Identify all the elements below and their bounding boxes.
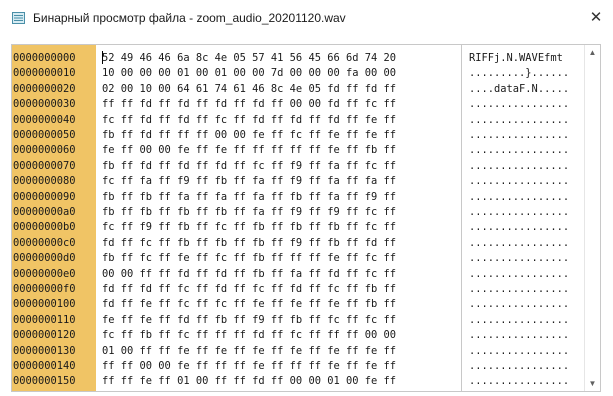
close-icon: ✕ [589, 9, 603, 26]
row-ascii[interactable]: ................ [469, 144, 569, 157]
row-ascii[interactable]: ................ [469, 283, 569, 296]
row-offset: 0000000120 [13, 329, 76, 342]
row-offset: 0000000010 [13, 67, 76, 80]
row-hex-bytes[interactable]: fc ff f9 ff fb ff fc ff fb ff fb ff fb f… [102, 221, 396, 234]
row-offset: 00000000e0 [13, 267, 76, 280]
row-hex-bytes[interactable]: 52 49 46 46 6a 8c 4e 05 57 41 56 45 66 6… [102, 52, 396, 65]
row-offset: 00000000a0 [13, 206, 76, 218]
row-ascii[interactable]: ................ [469, 345, 569, 358]
row-offset: 0000000050 [13, 129, 76, 141]
hex-bytes-column[interactable]: 52 49 46 46 6a 8c 4e 05 57 41 56 45 66 6… [96, 45, 460, 391]
title-bar: Бинарный просмотр файла - zoom_audio_202… [0, 0, 613, 36]
row-ascii[interactable]: ................ [469, 221, 569, 234]
row-hex-bytes[interactable]: fc ff fb ff fc ff ff ff fd ff fc ff ff f… [102, 329, 396, 342]
row-hex-bytes[interactable]: 10 00 00 00 01 00 01 00 00 7d 00 00 00 f… [102, 67, 396, 80]
row-ascii[interactable]: ....dataF.N..... [469, 83, 569, 96]
scroll-down-button[interactable]: ▼ [585, 376, 600, 391]
row-ascii[interactable]: .........}...... [469, 67, 569, 80]
row-offset: 0000000040 [13, 113, 76, 126]
row-ascii[interactable]: ................ [469, 191, 569, 204]
row-hex-bytes[interactable]: 00 00 ff ff fd ff fd ff fb ff fa ff fd f… [102, 268, 396, 281]
row-offset: 0000000100 [13, 298, 76, 311]
row-offset: 0000000110 [13, 313, 76, 326]
row-hex-bytes[interactable]: fe ff fe ff fd ff fb ff f9 ff fb ff fc f… [102, 314, 396, 327]
close-button[interactable]: ✕ [584, 8, 608, 28]
row-offset: 0000000140 [13, 360, 76, 372]
row-offset: 0000000000 [13, 52, 76, 64]
row-hex-bytes[interactable]: fc ff fa ff f9 ff fb ff fa ff f9 ff fa f… [102, 175, 396, 188]
row-hex-bytes[interactable]: fc ff fd ff fd ff fc ff fd ff fd ff fd f… [102, 114, 396, 127]
hex-viewer-app-icon [12, 12, 25, 24]
row-offset: 0000000030 [13, 98, 76, 111]
row-ascii[interactable]: ................ [469, 160, 569, 173]
row-hex-bytes[interactable]: fb ff fb ff fa ff fa ff fa ff fb ff fa f… [102, 191, 396, 204]
row-ascii[interactable]: ................ [469, 98, 569, 111]
row-offset: 0000000020 [13, 82, 76, 95]
row-hex-bytes[interactable]: fb ff fb ff fb ff fb ff fa ff f9 ff f9 f… [102, 206, 396, 219]
row-ascii[interactable]: ................ [469, 237, 569, 250]
row-offset: 0000000060 [13, 144, 76, 157]
row-ascii[interactable]: ................ [469, 268, 569, 281]
ascii-column[interactable]: RIFFj.N.WAVEfmt .........}...... ....data… [462, 45, 584, 391]
vertical-scrollbar[interactable]: ▲ ▼ [584, 45, 600, 391]
row-hex-bytes[interactable]: fd ff fc ff fb ff fb ff fb ff f9 ff fb f… [102, 237, 396, 250]
row-hex-bytes[interactable]: fb ff fd ff ff ff 00 00 fe ff fc ff fe f… [102, 129, 396, 142]
row-ascii[interactable]: ................ [469, 129, 569, 142]
row-ascii[interactable]: ................ [469, 375, 569, 388]
chevron-up-icon: ▲ [588, 48, 597, 57]
row-ascii[interactable]: ................ [469, 314, 569, 327]
row-ascii[interactable]: ................ [469, 298, 569, 311]
row-hex-bytes[interactable]: fb ff fc ff fe ff fc ff fb ff ff ff fe f… [102, 252, 396, 265]
row-offset: 00000000c0 [13, 236, 76, 249]
row-ascii[interactable]: ................ [469, 175, 569, 188]
row-hex-bytes[interactable]: ff ff fe ff 01 00 ff ff fd ff 00 00 01 0… [102, 375, 396, 388]
binary-viewer-window: Бинарный просмотр файла - zoom_audio_202… [0, 0, 613, 396]
row-hex-bytes[interactable]: 02 00 10 00 64 61 74 61 46 8c 4e 05 fd f… [102, 83, 396, 96]
hex-view-panel[interactable]: 0000000000 0000000010 0000000020 0000000030… [11, 44, 601, 392]
row-offset: 00000000d0 [13, 252, 76, 265]
row-hex-bytes[interactable]: ff ff 00 00 fe ff ff ff fe ff ff ff fe f… [102, 360, 396, 373]
row-ascii[interactable]: ................ [469, 114, 569, 127]
row-offset: 0000000080 [13, 175, 76, 188]
row-hex-bytes[interactable]: fb ff fd ff fd ff fd ff fc ff f9 ff fa f… [102, 160, 396, 173]
row-offset: 0000000090 [13, 190, 76, 203]
row-hex-bytes[interactable]: fd ff fe ff fc ff fc ff fe ff fe ff fe f… [102, 298, 396, 311]
offset-column: 0000000000 0000000010 0000000020 0000000030… [12, 45, 96, 391]
row-hex-bytes[interactable]: 01 00 ff ff fe ff fe ff fe ff fe ff fe f… [102, 345, 396, 358]
row-ascii[interactable]: ................ [469, 206, 569, 219]
scroll-up-button[interactable]: ▲ [585, 45, 600, 60]
row-ascii[interactable]: ................ [469, 252, 569, 265]
row-offset: 0000000150 [13, 375, 76, 388]
text-caret [102, 51, 103, 64]
row-ascii[interactable]: ................ [469, 329, 569, 342]
row-offset: 00000000f0 [13, 283, 76, 295]
row-hex-bytes[interactable]: ff ff fd ff fd ff fd ff fd ff 00 00 fd f… [102, 98, 396, 111]
row-offset: 0000000070 [13, 159, 76, 172]
row-hex-bytes[interactable]: fd ff fd ff fc ff fd ff fc ff fd ff fc f… [102, 283, 396, 296]
row-ascii[interactable]: ................ [469, 360, 569, 373]
window-title: Бинарный просмотр файла - zoom_audio_202… [33, 11, 346, 25]
row-offset: 0000000130 [13, 344, 76, 357]
row-hex-bytes[interactable]: fe ff 00 00 fe ff fe ff ff ff ff ff fe f… [102, 144, 396, 157]
chevron-down-icon: ▼ [588, 379, 597, 388]
row-ascii[interactable]: RIFFj.N.WAVEfmt [469, 52, 569, 65]
row-offset: 00000000b0 [13, 221, 76, 234]
